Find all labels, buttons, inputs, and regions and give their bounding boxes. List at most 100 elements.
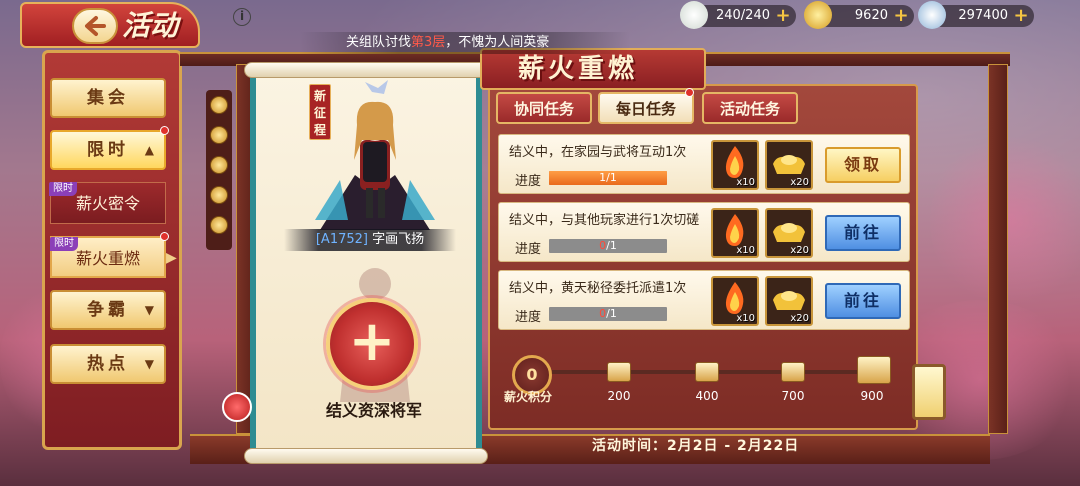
fire-icon xyxy=(725,146,744,178)
milestone-chest-700[interactable] xyxy=(781,362,805,382)
add-stamina-button[interactable]: + xyxy=(774,7,792,25)
sub-item-fire-rekindle[interactable]: 限时 薪火重燃 xyxy=(50,236,166,278)
chevron-down-icon: ▼ xyxy=(144,357,154,371)
coin-icon xyxy=(210,156,228,174)
silver-resource: 297400 + xyxy=(918,1,1034,29)
gold-ingot-icon xyxy=(804,1,832,29)
coin-icon xyxy=(210,186,228,204)
reward-qty: x20 xyxy=(790,313,809,324)
progress-label: 进度 xyxy=(515,174,542,189)
claim-button[interactable]: 领取 xyxy=(825,147,901,183)
ticker-text-before: 关组队讨伐 xyxy=(346,35,412,50)
ticker-highlight: 第3层 xyxy=(411,35,446,50)
sub-item-label: 薪火重燃 xyxy=(75,249,140,268)
coin-icon xyxy=(210,126,228,144)
tab-collaborative-tasks[interactable]: 协同任务 xyxy=(496,92,592,124)
milestone-chest-200[interactable] xyxy=(607,362,631,382)
task-description: 结义中，黄天秘径委托派遣1次 xyxy=(509,281,687,296)
task-description: 结义中，与其他玩家进行1次切磋 xyxy=(509,213,700,228)
progress-text: 0/1 xyxy=(549,239,667,253)
chevron-up-icon: ▲ xyxy=(144,143,154,157)
reward-item[interactable]: x20 xyxy=(765,276,813,326)
gold-value: 9620 xyxy=(854,8,888,23)
nav-contest-label: 争霸 xyxy=(87,300,129,320)
silver-value: 297400 xyxy=(958,8,1008,23)
add-silver-button[interactable]: + xyxy=(1012,7,1030,25)
page-title: 活动 xyxy=(122,9,179,42)
stamina-value: 240/240 xyxy=(715,8,770,23)
reward-qty: x10 xyxy=(736,313,755,324)
limited-tag: 限时 xyxy=(50,237,78,251)
milestone-chest-400[interactable] xyxy=(695,362,719,382)
progress-label: 进度 xyxy=(515,242,542,257)
progress-bar: 0/1 xyxy=(549,239,667,253)
progress-label: 进度 xyxy=(515,310,542,325)
nav-contest[interactable]: 争霸 ▼ xyxy=(50,290,166,330)
notification-dot xyxy=(160,232,169,241)
limited-tag: 限时 xyxy=(49,182,77,196)
progress-bar: 0/1 xyxy=(549,307,667,321)
chevron-down-icon: ▼ xyxy=(144,303,154,317)
go-button[interactable]: 前往 xyxy=(825,283,901,319)
sub-item-label: 薪火密令 xyxy=(75,194,140,213)
back-arrow-icon xyxy=(85,16,106,36)
progress-total: /1 xyxy=(606,239,617,252)
hero-name-plate: [A1752] 字画飞扬 xyxy=(284,229,456,251)
hero-name: 字画飞扬 xyxy=(372,232,425,247)
coin-decoration xyxy=(206,90,232,250)
scroll-rod-top xyxy=(244,62,488,78)
stamina-resource: 240/240 + xyxy=(680,1,796,29)
task-row: 结义中，在家园与武将互动1次 进度 1/1 x10 x20 领取 xyxy=(498,134,910,194)
fire-points-label: 薪火积分 xyxy=(504,390,553,404)
progress-text: 0/1 xyxy=(549,307,667,321)
reward-item[interactable]: x10 xyxy=(711,140,759,190)
fire-icon xyxy=(725,214,744,246)
info-icon[interactable]: i xyxy=(233,8,251,26)
progress-bar: 1/1 xyxy=(549,171,667,185)
hero-character-portrait[interactable] xyxy=(300,80,450,230)
sub-item-fire-secret-order[interactable]: 限时 薪火密令 xyxy=(49,182,166,224)
reward-qty: x20 xyxy=(790,245,809,256)
add-general-button[interactable]: + xyxy=(326,298,418,390)
selected-arrow-icon: ▶ xyxy=(166,250,177,266)
nav-limited[interactable]: 限时 ▲ xyxy=(50,130,166,170)
task-description: 结义中，在家园与武将互动1次 xyxy=(509,145,687,160)
nav-hot[interactable]: 热点 ▼ xyxy=(50,344,166,384)
tab-daily-tasks[interactable]: 每日任务 xyxy=(598,92,694,124)
ticker-text-after: ，不愧为人间英豪 xyxy=(445,35,550,50)
notification-dot xyxy=(160,126,169,135)
gold-ingot-icon xyxy=(773,155,805,174)
reward-item[interactable]: x10 xyxy=(711,276,759,326)
event-time: 活动时间：2月2日 - 2月22日 xyxy=(592,438,800,454)
progress-text: 1/1 xyxy=(549,171,667,185)
milestone-value: 900 xyxy=(860,389,884,403)
tab-event-tasks[interactable]: 活动任务 xyxy=(702,92,798,124)
milestone-value: 400 xyxy=(695,389,719,403)
reward-qty: x10 xyxy=(736,245,755,256)
gold-ingot-icon xyxy=(773,291,805,310)
milestone-value: 700 xyxy=(781,389,805,403)
silver-coin-icon xyxy=(918,1,946,29)
progress-total: /1 xyxy=(606,307,617,320)
nav-gathering[interactable]: 集会 xyxy=(50,78,166,118)
announcement-ticker: 关组队讨伐第3层，不愧为人间英豪 xyxy=(300,32,630,54)
nav-hot-label: 热点 xyxy=(87,354,129,374)
milestone-value: 200 xyxy=(607,389,631,403)
milestone-chest-900[interactable] xyxy=(857,356,891,384)
notification-dot xyxy=(685,88,694,97)
back-button[interactable] xyxy=(72,8,118,44)
mascot-icon xyxy=(222,392,252,422)
progress-total: /1 xyxy=(606,171,617,184)
coin-icon xyxy=(210,96,228,114)
coin-icon xyxy=(210,216,228,234)
reward-item[interactable]: x10 xyxy=(711,208,759,258)
add-gold-button[interactable]: + xyxy=(892,7,910,25)
task-row: 结义中，黄天秘径委托派遣1次 进度 0/1 x10 x20 前往 xyxy=(498,270,910,330)
reward-item[interactable]: x20 xyxy=(765,208,813,258)
hero-code: [A1752] xyxy=(315,232,368,247)
empty-slot-label: 结义资深将军 xyxy=(325,401,422,420)
task-row: 结义中，与其他玩家进行1次切磋 进度 0/1 x10 x20 前往 xyxy=(498,202,910,262)
go-button[interactable]: 前往 xyxy=(825,215,901,251)
reward-item[interactable]: x20 xyxy=(765,140,813,190)
scroll-rod-bottom xyxy=(244,448,488,464)
